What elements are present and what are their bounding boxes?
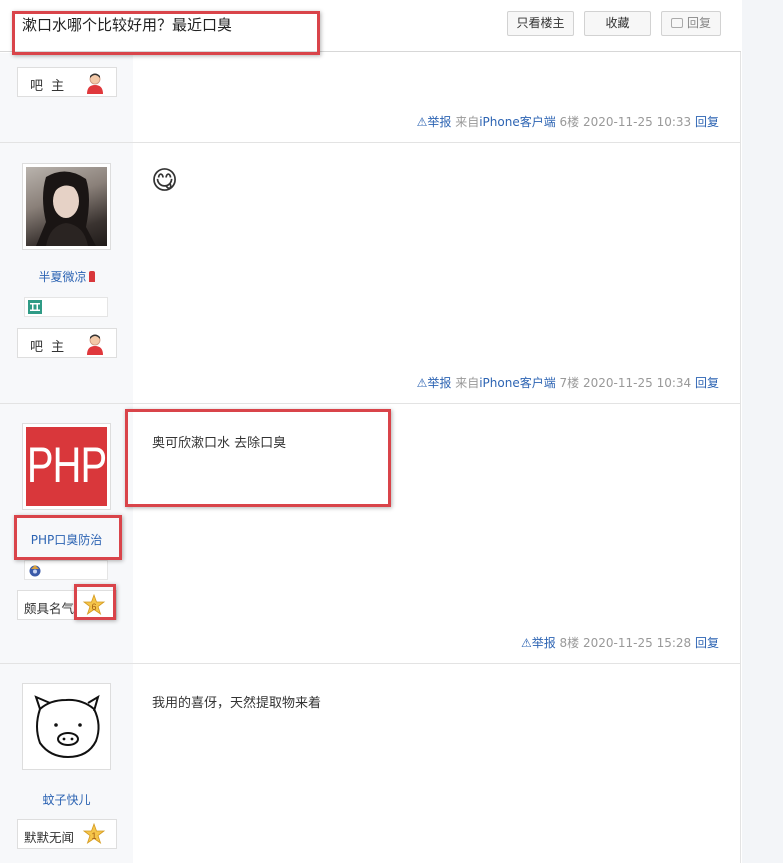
rank-box: 默默无闻 1 [17, 819, 117, 849]
rank-box: 吧 主 [17, 328, 117, 358]
post-meta: ⚠举报 来自iPhone客户端 6楼 2020-11-25 10:33 回复 [417, 113, 719, 130]
rank-label: 吧 主 [30, 79, 67, 94]
reply-button[interactable]: 回复 [661, 11, 721, 36]
source-link[interactable]: iPhone客户端 [479, 115, 556, 129]
post-divider [0, 663, 741, 664]
post-time: 2020-11-25 10:33 [583, 115, 692, 129]
report-link[interactable]: ⚠举报 [417, 115, 452, 129]
post-content: 我用的喜伢，天然提取物来着 [152, 696, 322, 711]
only-op-button[interactable]: 只看楼主 [507, 11, 574, 36]
avatar[interactable]: PHP [22, 423, 111, 510]
highlight-box-username [14, 515, 122, 560]
member-badge-row [24, 297, 108, 317]
report-label: 举报 [427, 376, 452, 390]
right-gutter [742, 0, 783, 863]
source-prefix: 来自 [455, 115, 480, 129]
member-badge-icon[interactable] [28, 300, 42, 314]
floor-number: 8楼 [559, 636, 580, 650]
rank-label: 默默无闻 [24, 830, 75, 845]
floor-number: 7楼 [559, 376, 580, 390]
highlight-box-content [125, 409, 391, 507]
reply-link[interactable]: 回复 [695, 636, 719, 650]
highlight-box-level [74, 584, 116, 620]
post-time: 2020-11-25 10:34 [583, 376, 692, 390]
rank-box: 吧 主 [17, 67, 117, 97]
post-time: 2020-11-25 15:28 [583, 636, 692, 650]
level-badge-icon[interactable]: 1 [82, 823, 106, 847]
source-prefix: 来自 [455, 376, 480, 390]
username[interactable]: 蚊子快儿 [0, 791, 133, 808]
rank-label: 吧 主 [30, 340, 67, 355]
reply-link[interactable]: 回复 [695, 376, 719, 390]
rank-label: 颇具名气 [24, 601, 75, 616]
post-meta: ⚠举报 来自iPhone客户端 7楼 2020-11-25 10:34 回复 [417, 374, 719, 391]
level-number: 1 [91, 831, 96, 841]
pig-doodle-icon [34, 694, 100, 759]
username-label: 半夏微凉 [38, 270, 87, 284]
moderator-icon [87, 334, 103, 355]
floor-number: 6楼 [559, 115, 580, 129]
post-meta: ⚠举报 8楼 2020-11-25 15:28 回复 [521, 634, 719, 651]
post-emoji: 😋 [151, 166, 179, 196]
report-label: 举报 [531, 636, 556, 650]
member-badge-row [24, 560, 108, 580]
username[interactable]: 半夏微凉 [0, 268, 133, 285]
avatar[interactable] [22, 163, 111, 250]
highlight-box-title [12, 11, 320, 55]
post-divider [0, 142, 741, 143]
thread-page: 漱口水哪个比较好用？最近口臭 只看楼主 收藏 回复 吧 主 ⚠举报 来自iPho… [0, 0, 741, 863]
reply-button-label: 回复 [686, 16, 711, 30]
comment-icon [670, 18, 683, 28]
source-link[interactable]: iPhone客户端 [479, 376, 556, 390]
member-badge-icon[interactable] [28, 563, 42, 577]
reply-link[interactable]: 回复 [695, 115, 719, 129]
moderator-icon [87, 73, 103, 94]
report-link[interactable]: ⚠举报 [417, 376, 452, 390]
favorite-button[interactable]: 收藏 [584, 11, 651, 36]
user-photo [36, 171, 96, 246]
report-label: 举报 [427, 115, 452, 129]
avatar[interactable] [22, 683, 111, 770]
avatar-logo-text: PHP [26, 438, 107, 494]
post-divider [0, 403, 741, 404]
report-link[interactable]: ⚠举报 [521, 636, 556, 650]
source-text: 来自iPhone客户端 [455, 376, 556, 390]
lipstick-icon [88, 271, 95, 282]
source-text: 来自iPhone客户端 [455, 115, 556, 129]
